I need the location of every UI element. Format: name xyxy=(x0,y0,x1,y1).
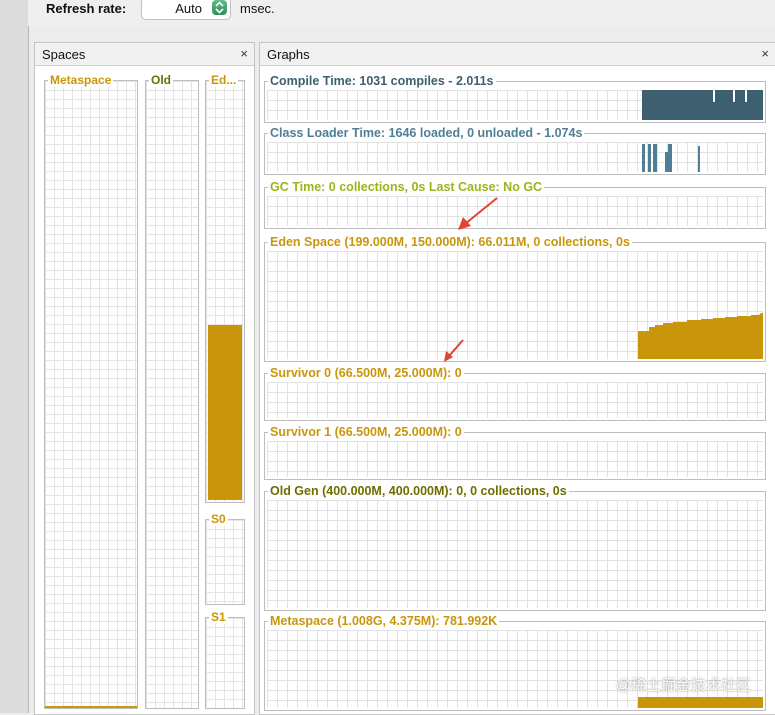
metaspace-plot xyxy=(638,697,763,708)
eden-fill xyxy=(208,324,242,500)
refresh-rate-label: Refresh rate: xyxy=(46,1,127,16)
survivor0-title: Survivor 0 (66.500M, 25.000M): 0 xyxy=(268,366,464,381)
compile-time-title: Compile Time: 1031 compiles - 2.011s xyxy=(268,74,496,89)
graphs-panel-header: Graphs × xyxy=(260,43,775,66)
gc-time-graph: GC Time: 0 collections, 0s Last Cause: N… xyxy=(264,180,766,229)
s0-column-label: S0 xyxy=(209,512,228,526)
old-gen-graph: Old Gen (400.000M, 400.000M): 0, 0 colle… xyxy=(264,484,766,611)
survivor1-graph: Survivor 1 (66.500M, 25.000M): 0 xyxy=(264,425,766,480)
close-icon[interactable]: × xyxy=(240,46,248,61)
metaspace-title: Metaspace (1.008G, 4.375M): 781.992K xyxy=(268,614,500,629)
metaspace-usage-area xyxy=(638,697,763,708)
refresh-rate-select[interactable]: Auto xyxy=(141,0,231,20)
survivor0-graph: Survivor 0 (66.500M, 25.000M): 0 xyxy=(264,366,766,421)
s0-column: S0 xyxy=(205,512,245,605)
refresh-unit-label: msec. xyxy=(240,1,275,16)
class-loader-title: Class Loader Time: 1646 loaded, 0 unload… xyxy=(268,126,585,141)
graph-grid xyxy=(267,382,763,418)
toolbar: Refresh rate: Auto msec. xyxy=(28,0,775,26)
eden-space-plot xyxy=(638,313,763,359)
old-gen-title: Old Gen (400.000M, 400.000M): 0, 0 colle… xyxy=(268,484,569,499)
eden-space-title: Eden Space (199.000M, 150.000M): 66.011M… xyxy=(268,235,632,250)
eden-usage-area xyxy=(638,313,763,359)
gc-time-title: GC Time: 0 collections, 0s Last Cause: N… xyxy=(268,180,545,195)
watermark: @稀土掘金技术社区 xyxy=(615,677,751,694)
class-loader-spikes xyxy=(642,144,700,172)
eden-column: Ed... xyxy=(205,73,245,503)
metaspace-graph: Metaspace (1.008G, 4.375M): 781.992K @稀土… xyxy=(264,614,766,711)
eden-column-label: Ed... xyxy=(209,73,239,87)
compile-activity-area xyxy=(642,90,763,120)
old-column: Old xyxy=(145,73,199,709)
eden-space-graph: Eden Space (199.000M, 150.000M): 66.011M… xyxy=(264,235,766,362)
metaspace-fill xyxy=(45,706,137,708)
spaces-panel-header: Spaces × xyxy=(35,43,254,66)
refresh-rate-value: Auto xyxy=(175,1,202,16)
spaces-panel: Spaces × Metaspace Old Ed... S0 S1 xyxy=(34,42,255,715)
compile-time-plot xyxy=(642,90,763,120)
compile-time-graph: Compile Time: 1031 compiles - 2.011s xyxy=(264,74,766,123)
s1-column: S1 xyxy=(205,610,245,709)
class-loader-plot xyxy=(642,144,700,172)
metaspace-column-label: Metaspace xyxy=(48,73,114,87)
survivor1-title: Survivor 1 (66.500M, 25.000M): 0 xyxy=(268,425,464,440)
graphs-panel: Graphs × Compile Time: 1031 compiles - 2… xyxy=(259,42,775,715)
s1-column-label: S1 xyxy=(209,610,228,624)
class-loader-graph: Class Loader Time: 1646 loaded, 0 unload… xyxy=(264,126,766,175)
close-icon[interactable]: × xyxy=(761,46,769,61)
chevron-up-down-icon[interactable] xyxy=(212,0,227,15)
spaces-panel-title: Spaces xyxy=(42,47,86,62)
graphs-panel-title: Graphs xyxy=(267,47,310,62)
old-column-label: Old xyxy=(149,73,173,87)
graph-grid xyxy=(267,441,763,477)
left-edge-strip xyxy=(0,0,29,713)
graph-grid xyxy=(267,196,763,226)
metaspace-column: Metaspace xyxy=(44,73,138,709)
graph-grid xyxy=(267,500,763,608)
